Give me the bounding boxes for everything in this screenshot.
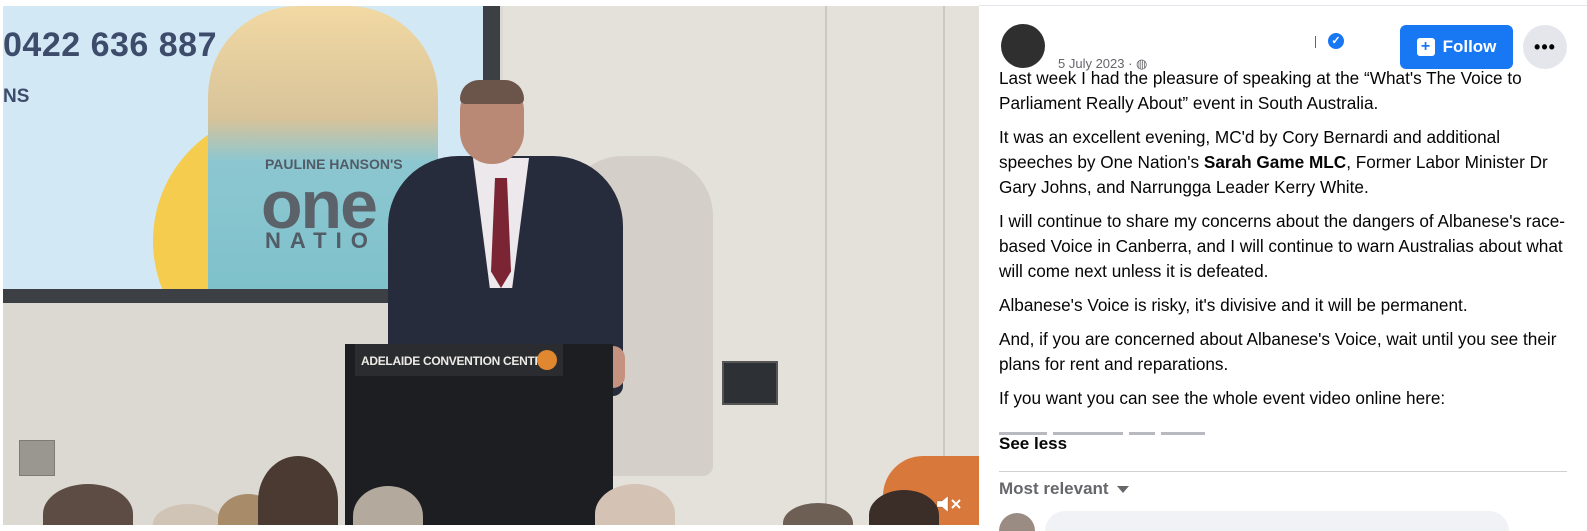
- post-paragraph: I will continue to share my concerns abo…: [999, 211, 1566, 281]
- panel-top-border: [979, 5, 1587, 6]
- post-paragraph: Last week I had the pleasure of speaking…: [999, 68, 1522, 113]
- muted-speaker-icon[interactable]: [933, 490, 965, 518]
- caret-down-icon: [1116, 485, 1129, 493]
- podium-label: ADELAIDE CONVENTION CENTRE: [361, 354, 551, 368]
- comment-sort-label: Most relevant: [999, 479, 1109, 498]
- post-paragraph: And, if you are concerned about Albanese…: [999, 329, 1557, 374]
- tagged-person-link[interactable]: Sarah Game MLC: [1204, 152, 1346, 172]
- post-paragraph: If you want you can see the whole event …: [999, 388, 1446, 408]
- follow-label: Follow: [1442, 37, 1497, 56]
- wall-display-box: [722, 361, 778, 405]
- comment-sort-dropdown[interactable]: Most relevant: [999, 479, 1129, 499]
- more-options-button[interactable]: •••: [1523, 25, 1567, 69]
- post-panel: ✓ 5 July 2023 · ◍ Follow ••• Last week I…: [979, 0, 1587, 531]
- author-avatar[interactable]: [1001, 24, 1045, 68]
- wall-panel-line: [825, 6, 827, 525]
- see-less-button[interactable]: See less: [999, 434, 1067, 454]
- wall-panel-line: [943, 6, 945, 525]
- post-paragraph: It was an excellent evening, MC'd by Cor…: [999, 125, 1574, 200]
- comments-divider: [999, 471, 1567, 472]
- comment-input[interactable]: [1045, 511, 1509, 531]
- post-video[interactable]: 0422 636 887 NS PAULINE HANSON'S one NAT…: [3, 6, 979, 525]
- post-paragraph: Albanese's Voice is risky, it's divisive…: [999, 295, 1468, 315]
- verified-badge-icon: ✓: [1328, 33, 1344, 49]
- podium-logo-icon: [537, 350, 557, 370]
- wall-switch: [19, 440, 55, 476]
- screen-phone-number: 0422 636 887: [3, 26, 217, 64]
- commenter-avatar: [999, 513, 1035, 531]
- follow-button[interactable]: Follow: [1400, 25, 1513, 69]
- follow-plus-icon: [1416, 37, 1435, 57]
- speaker-hair: [460, 80, 524, 104]
- screen-partial-text: NS: [3, 86, 30, 107]
- author-name-cursor: [1315, 34, 1319, 50]
- screen-brand-nation: NATIO: [265, 228, 377, 253]
- post-text: Last week I had the pleasure of speaking…: [999, 66, 1574, 420]
